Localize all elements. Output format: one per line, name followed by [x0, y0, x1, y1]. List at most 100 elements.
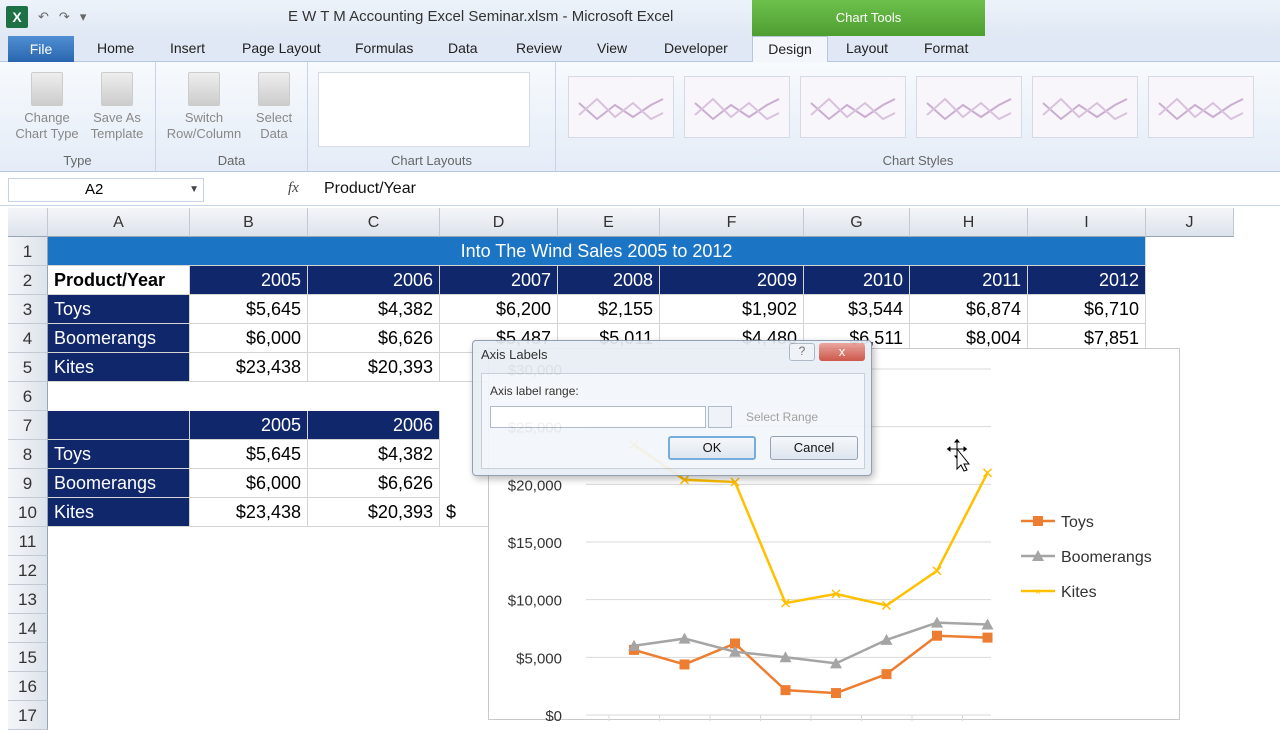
cell[interactable]: $4,382 — [308, 295, 440, 324]
chart-style-thumbnail[interactable] — [800, 76, 906, 138]
row-header-4[interactable]: 4 — [8, 324, 48, 353]
cancel-button[interactable]: Cancel — [770, 436, 858, 460]
collapse-dialog-icon[interactable] — [708, 406, 732, 428]
product-year-cell[interactable]: Product/Year — [48, 266, 190, 295]
row-header-6[interactable]: 6 — [8, 382, 48, 411]
close-button[interactable]: x — [819, 343, 865, 361]
product-name-cell[interactable]: Boomerangs — [48, 324, 190, 353]
product-name-cell[interactable]: Boomerangs — [48, 469, 190, 498]
insert-function-icon[interactable]: fx — [288, 180, 299, 197]
year-header-cell[interactable]: 2012 — [1028, 266, 1146, 295]
cell[interactable]: $6,626 — [308, 324, 440, 353]
redo-icon[interactable]: ↷ — [59, 9, 70, 25]
cell[interactable]: $20,393 — [308, 353, 440, 382]
row-header-11[interactable]: 11 — [8, 527, 48, 556]
chart-style-thumbnail[interactable] — [1032, 76, 1138, 138]
row-header-8[interactable]: 8 — [8, 440, 48, 469]
chevron-down-icon[interactable]: ▼ — [189, 179, 199, 201]
tab-developer[interactable]: Developer — [664, 40, 728, 56]
customize-qat-icon[interactable]: ▾ — [80, 9, 87, 25]
cell[interactable]: $5,645 — [190, 295, 308, 324]
chart-style-thumbnail[interactable] — [568, 76, 674, 138]
cell[interactable]: $6,626 — [308, 469, 440, 498]
formula-input[interactable]: Product/Year — [324, 180, 416, 198]
row-header-10[interactable]: 10 — [8, 498, 48, 527]
tab-page-layout[interactable]: Page Layout — [242, 40, 321, 56]
select-data-button[interactable]: Select Data — [244, 72, 304, 142]
change-chart-type-button[interactable]: Change Chart Type — [12, 72, 82, 142]
column-header-e[interactable]: E — [558, 208, 660, 237]
row-header-13[interactable]: 13 — [8, 585, 48, 614]
ok-button[interactable]: OK — [668, 436, 756, 460]
cell[interactable]: $6,874 — [910, 295, 1028, 324]
column-header-a[interactable]: A — [48, 208, 190, 237]
cell[interactable]: $4,382 — [308, 440, 440, 469]
row-header-9[interactable]: 9 — [8, 469, 48, 498]
chart-style-thumbnail[interactable] — [684, 76, 790, 138]
save-as-template-button[interactable]: Save As Template — [82, 72, 152, 142]
tab-insert[interactable]: Insert — [170, 40, 205, 56]
cell[interactable]: $20,393 — [308, 498, 440, 527]
row-header-3[interactable]: 3 — [8, 295, 48, 324]
tab-home[interactable]: Home — [97, 40, 134, 56]
tab-design[interactable]: Design — [752, 36, 828, 63]
cell[interactable]: $6,200 — [440, 295, 558, 324]
row-header-7[interactable]: 7 — [8, 411, 48, 440]
column-header-g[interactable]: G — [804, 208, 910, 237]
tab-layout[interactable]: Layout — [846, 40, 888, 56]
tab-review[interactable]: Review — [516, 40, 562, 56]
column-header-j[interactable]: J — [1146, 208, 1234, 237]
product-name-cell[interactable]: Toys — [48, 295, 190, 324]
column-header-d[interactable]: D — [440, 208, 558, 237]
tab-data[interactable]: Data — [448, 40, 478, 56]
row-header-2[interactable]: 2 — [8, 266, 48, 295]
tab-view[interactable]: View — [597, 40, 627, 56]
year-header-cell[interactable]: 2005 — [190, 266, 308, 295]
chart-style-thumbnail[interactable] — [916, 76, 1022, 138]
cell[interactable]: $6,000 — [190, 324, 308, 353]
year-header-cell[interactable]: 2006 — [308, 411, 440, 440]
cell[interactable]: $23,438 — [190, 498, 308, 527]
excel-app-icon[interactable]: X — [6, 6, 28, 28]
row-header-5[interactable]: 5 — [8, 353, 48, 382]
row-header-16[interactable]: 16 — [8, 672, 48, 701]
year-header-cell[interactable]: 2006 — [308, 266, 440, 295]
column-header-b[interactable]: B — [190, 208, 308, 237]
chart-layouts-gallery[interactable] — [318, 72, 530, 147]
empty-header-cell[interactable] — [48, 411, 190, 440]
column-header-c[interactable]: C — [308, 208, 440, 237]
column-header-f[interactable]: F — [660, 208, 804, 237]
sheet-title-cell[interactable]: Into The Wind Sales 2005 to 2012 — [48, 237, 1146, 266]
undo-icon[interactable]: ↶ — [38, 9, 49, 25]
cell[interactable]: $1,902 — [660, 295, 804, 324]
year-header-cell[interactable]: 2007 — [440, 266, 558, 295]
year-header-cell[interactable]: 2011 — [910, 266, 1028, 295]
cell[interactable]: $5,645 — [190, 440, 308, 469]
cell[interactable]: $23,438 — [190, 353, 308, 382]
tab-file[interactable]: File — [8, 36, 74, 62]
cell[interactable]: $6,710 — [1028, 295, 1146, 324]
year-header-cell[interactable]: 2009 — [660, 266, 804, 295]
product-name-cell[interactable]: Kites — [48, 353, 190, 382]
row-header-1[interactable]: 1 — [8, 237, 48, 266]
cell[interactable]: $6,000 — [190, 469, 308, 498]
year-header-cell[interactable]: 2008 — [558, 266, 660, 295]
row-header-12[interactable]: 12 — [8, 556, 48, 585]
select-all-corner[interactable] — [8, 208, 48, 237]
product-name-cell[interactable]: Kites — [48, 498, 190, 527]
year-header-cell[interactable]: 2005 — [190, 411, 308, 440]
help-button[interactable]: ? — [789, 343, 815, 361]
name-box[interactable]: A2 ▼ — [8, 178, 204, 202]
chart-style-thumbnail[interactable] — [1148, 76, 1254, 138]
row-header-15[interactable]: 15 — [8, 643, 48, 672]
switch-row-column-button[interactable]: Switch Row/Column — [164, 72, 244, 142]
product-name-cell[interactable]: Toys — [48, 440, 190, 469]
cell[interactable]: $3,544 — [804, 295, 910, 324]
row-header-14[interactable]: 14 — [8, 614, 48, 643]
axis-label-range-input[interactable] — [490, 406, 706, 428]
year-header-cell[interactable]: 2010 — [804, 266, 910, 295]
tab-formulas[interactable]: Formulas — [355, 40, 413, 56]
column-header-h[interactable]: H — [910, 208, 1028, 237]
column-header-i[interactable]: I — [1028, 208, 1146, 237]
cell[interactable]: $2,155 — [558, 295, 660, 324]
